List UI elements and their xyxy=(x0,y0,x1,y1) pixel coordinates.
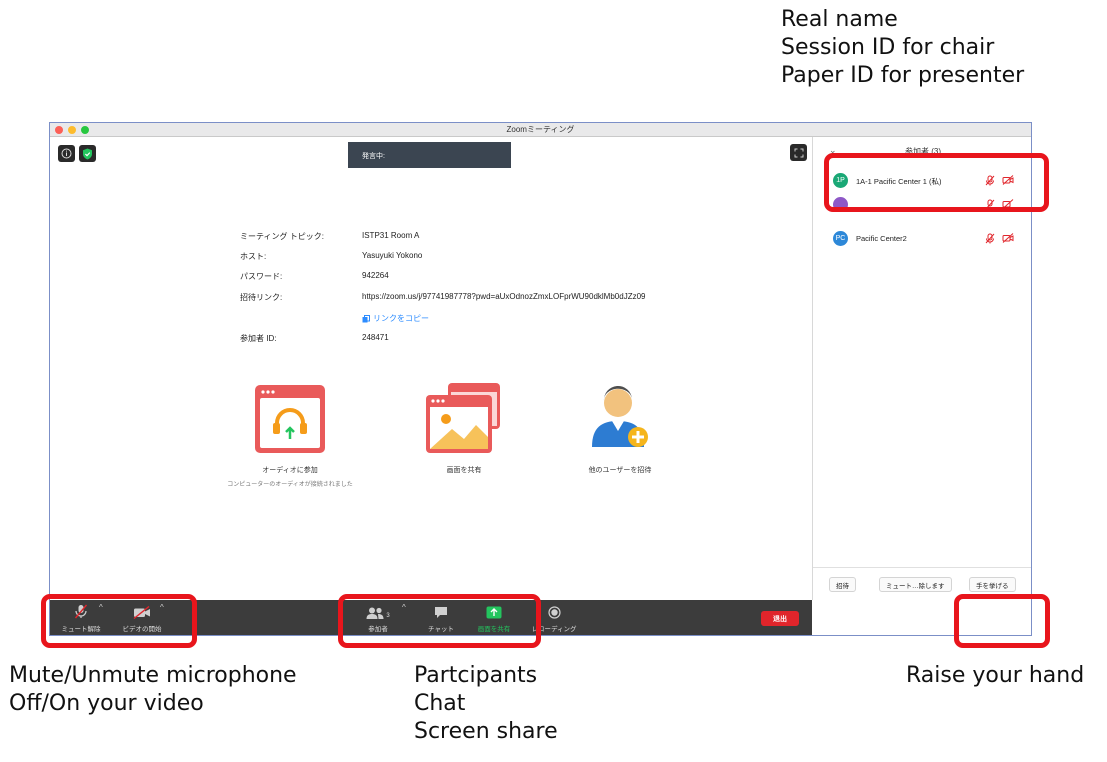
invite-others-button[interactable] xyxy=(590,381,650,453)
annotation-left: Mute/Unmute microphone Off/On your video xyxy=(9,662,297,718)
invite-link-value: https://zoom.us/j/97741987778?pwd=aUxOdn… xyxy=(362,292,646,301)
highlight-raise-hand xyxy=(954,594,1050,648)
annotation-video: Off/On your video xyxy=(9,691,204,717)
mic-muted-icon xyxy=(985,233,995,244)
annotation-screen-share: Screen share xyxy=(414,719,558,745)
meeting-main: 発言中: ミーティング トピック: ISTP31 Room A ホスト: Yas… xyxy=(50,137,812,600)
invite-button[interactable]: 招待 xyxy=(829,577,856,592)
record-icon xyxy=(547,606,561,619)
annotation-paper-id: Paper ID for presenter xyxy=(781,63,1025,89)
annotation-session-id: Session ID for chair xyxy=(781,35,995,61)
annotation-middle: Partcipants Chat Screen share xyxy=(414,662,558,746)
host-value: Yasuyuki Yokono xyxy=(362,251,423,260)
copy-link-button[interactable]: リンクをコピー xyxy=(362,313,429,324)
topic-label: ミーティング トピック: xyxy=(240,232,324,241)
participant-status-icons xyxy=(985,233,1014,244)
window-title: Zoomミーティング xyxy=(506,125,575,134)
participant-id-value: 248471 xyxy=(362,333,389,342)
join-audio-status: コンピューターのオーディオが接続されました xyxy=(227,482,353,488)
invite-link-label: 招待リンク: xyxy=(240,293,283,302)
annotation-participants: Partcipants xyxy=(414,663,538,688)
annotation-chat: Chat xyxy=(414,691,466,717)
fullscreen-icon[interactable] xyxy=(790,144,807,161)
participant-id-label: 参加者 ID: xyxy=(240,334,277,343)
video-off-icon xyxy=(1002,233,1014,243)
headphone-window-icon xyxy=(255,385,325,453)
highlight-participant-name xyxy=(824,153,1049,212)
annotation-real-name: Real name xyxy=(781,7,898,32)
info-icon[interactable] xyxy=(58,145,75,162)
share-screen-image-icon xyxy=(426,383,500,453)
participant-row[interactable]: PC Pacific Center2 xyxy=(813,229,1031,249)
password-label: パスワード: xyxy=(240,272,283,281)
join-audio-button[interactable] xyxy=(255,385,325,453)
invite-others-label: 他のユーザーを招待 xyxy=(588,467,652,474)
share-screen-main-button[interactable] xyxy=(426,383,502,455)
copy-icon xyxy=(362,314,370,322)
mute-all-button[interactable]: ミュート…除します xyxy=(879,577,952,592)
topic-value: ISTP31 Room A xyxy=(362,231,420,240)
shield-icon[interactable] xyxy=(79,145,96,162)
title-bar: Zoomミーティング xyxy=(50,123,1031,137)
copy-link-label: リンクをコピー xyxy=(373,314,429,323)
annotation-mute: Mute/Unmute microphone xyxy=(9,663,297,688)
annotation-raise-hand: Raise your hand xyxy=(906,663,1085,688)
join-audio-label: オーディオに参加 xyxy=(262,467,318,474)
speaking-indicator: 発言中: xyxy=(348,142,511,168)
participant-name: Pacific Center2 xyxy=(856,234,907,243)
share-screen-main-label: 画面を共有 xyxy=(446,467,482,474)
avatar: PC xyxy=(833,231,848,246)
password-value: 942264 xyxy=(362,271,389,280)
leave-meeting-button[interactable]: 退出 xyxy=(761,611,799,626)
highlight-audio-video xyxy=(41,594,197,648)
raise-hand-button[interactable]: 手を挙げる xyxy=(969,577,1016,592)
highlight-participants-chat-share xyxy=(338,594,541,648)
host-label: ホスト: xyxy=(240,252,267,261)
annotation-right: Raise your hand xyxy=(906,662,1084,690)
annotation-top: Real name Session ID for chair Paper ID … xyxy=(781,6,1024,90)
add-user-icon xyxy=(592,385,648,447)
